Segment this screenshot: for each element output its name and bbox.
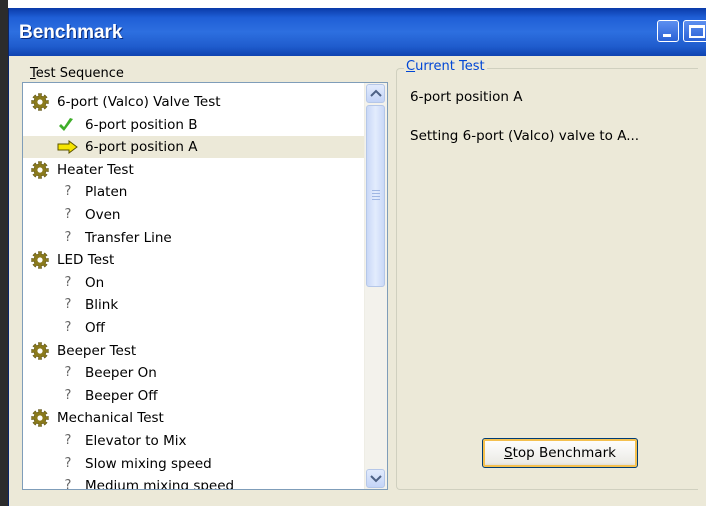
tree-step-row[interactable]: ? Platen [23, 181, 365, 203]
test-sequence-label: Test Sequence [28, 66, 126, 81]
tree-item-label: Off [85, 320, 105, 336]
tree-group-row[interactable]: LED Test [23, 249, 365, 271]
tree-step-row[interactable]: 6-port position B [23, 114, 365, 136]
tree-item-label: On [85, 274, 105, 291]
scroll-down-button[interactable] [366, 469, 385, 488]
question-icon: ? [64, 455, 72, 471]
tree-step-row[interactable]: ? Off [23, 317, 365, 339]
tree-step-row[interactable]: ? On [23, 272, 365, 294]
scroll-grip [372, 190, 380, 200]
tree-item-label: Beeper On [85, 365, 157, 382]
question-icon: ? [64, 207, 72, 222]
tree-item-label: 6-port position A [85, 139, 198, 156]
question-icon: ? [64, 365, 72, 381]
chevron-up-icon [370, 89, 382, 97]
current-test-label-text: urrent Test [415, 59, 485, 74]
question-icon: ? [64, 184, 72, 200]
question-icon: ? [64, 478, 72, 490]
maximize-button[interactable] [683, 20, 706, 42]
question-icon: ? [64, 297, 72, 313]
stop-benchmark-label: top Benchmark [512, 445, 616, 461]
test-sequence-tree[interactable]: 6-port (Valco) Valve Test 6-port position… [22, 82, 388, 490]
window-title: Benchmark [19, 22, 123, 43]
tree-group-row[interactable]: 6-port (Valco) Valve Test [23, 91, 365, 113]
question-icon: ? [64, 274, 72, 290]
gear-icon [31, 341, 49, 360]
maximize-icon [689, 25, 705, 38]
tree-step-row[interactable]: ? Beeper On [23, 362, 365, 384]
tree-item-label: Beeper Off [85, 387, 158, 404]
tree-item-label: Beeper Test [57, 342, 137, 359]
tree-group-row[interactable]: Heater Test [23, 159, 365, 181]
tree-step-row[interactable]: ? Elevator to Mix [23, 430, 365, 452]
current-test-name: 6-port position A [410, 89, 523, 105]
tree-item-label: LED Test [57, 252, 115, 269]
tree-item-label: Elevator to Mix [85, 433, 187, 449]
current-test-accelerator: C [406, 59, 416, 74]
minimize-icon [663, 34, 671, 37]
tree-step-row[interactable]: ? Blink [23, 294, 365, 316]
window-frame-edge [0, 0, 8, 506]
title-bar[interactable]: Benchmark [9, 8, 706, 56]
tree-item-label: Platen [85, 184, 128, 201]
tree-item-label: Blink [85, 297, 119, 314]
question-icon: ? [64, 433, 72, 448]
minimize-button[interactable] [657, 20, 679, 42]
tree-group-row[interactable]: Beeper Test [23, 340, 365, 362]
stop-benchmark-button[interactable]: Stop Benchmark [482, 438, 638, 468]
tree-step-row[interactable]: 6-port position A [23, 136, 365, 159]
tree-item-label: Mechanical Test [57, 410, 164, 427]
tree-step-row[interactable]: ? Oven [23, 204, 365, 226]
tree-item-label: Transfer Line [85, 229, 172, 246]
tree-step-row[interactable]: ? Slow mixing speed [23, 453, 365, 475]
tree-item-label: 6-port (Valco) Valve Test [57, 94, 221, 110]
tree-item-label: Slow mixing speed [85, 455, 212, 472]
stop-benchmark-accelerator: S [504, 445, 513, 461]
tree-item-label: Oven [85, 207, 121, 223]
test-sequence-label-text: est Sequence [35, 66, 124, 81]
current-test-status: Setting 6-port (Valco) valve to A... [410, 128, 640, 144]
question-icon: ? [64, 320, 72, 335]
gear-icon [31, 93, 49, 111]
scroll-thumb[interactable] [366, 105, 385, 287]
tree-step-row[interactable]: ? Medium mixing speed [23, 475, 365, 490]
gear-icon [31, 251, 49, 269]
vertical-scrollbar[interactable] [364, 83, 387, 489]
chevron-down-icon [370, 475, 382, 483]
tree-item-label: Heater Test [57, 161, 134, 178]
tree-step-row[interactable]: ? Beeper Off [23, 385, 365, 407]
current-test-label: Current Test [404, 59, 487, 74]
question-icon: ? [64, 229, 72, 245]
gear-icon [31, 409, 49, 428]
tree-item-label: Medium mixing speed [85, 478, 235, 490]
gear-icon [31, 161, 49, 179]
scroll-up-button[interactable] [366, 84, 385, 103]
tree-item-label: 6-port position B [85, 116, 198, 133]
check-icon [59, 117, 73, 131]
arrow-right-icon [57, 140, 78, 155]
tree-group-row[interactable]: Mechanical Test [23, 407, 365, 429]
tree-step-row[interactable]: ? Transfer Line [23, 227, 365, 249]
question-icon: ? [64, 387, 72, 403]
